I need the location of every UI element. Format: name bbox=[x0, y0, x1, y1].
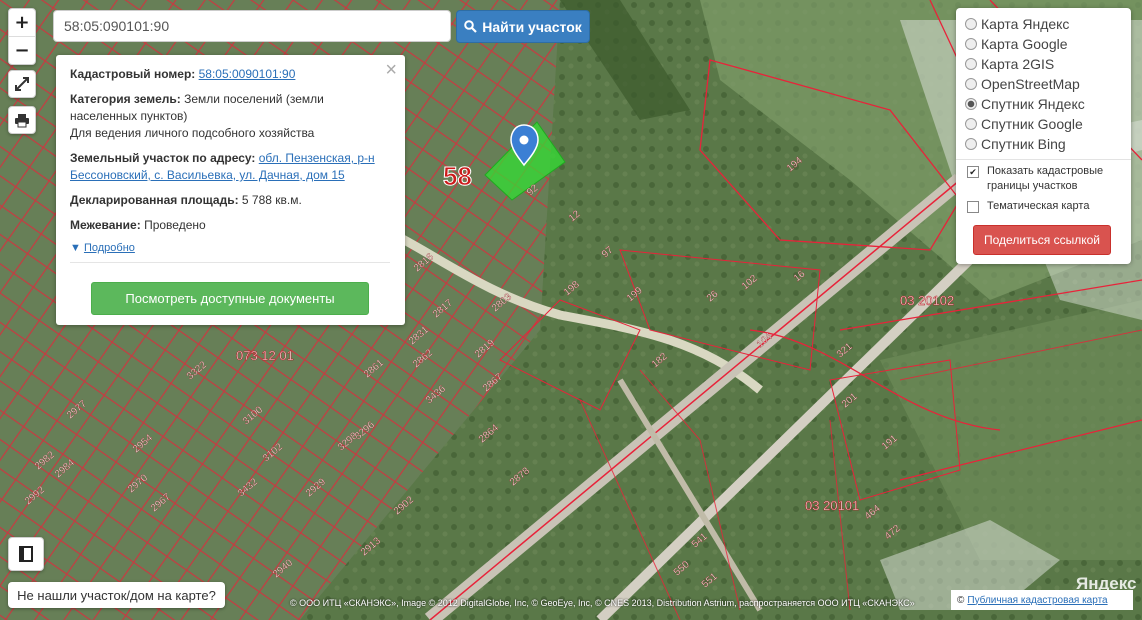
layer-option[interactable]: Карта Google bbox=[965, 36, 1068, 52]
search-input[interactable] bbox=[53, 10, 451, 42]
area-value: 5 788 кв.м. bbox=[241, 193, 302, 207]
area-label: Декларированная площадь: bbox=[70, 193, 239, 207]
details-link[interactable]: Подробно bbox=[84, 242, 135, 254]
address-label: Земельный участок по адресу: bbox=[70, 151, 256, 165]
copyright-icon: © bbox=[957, 594, 965, 606]
cadnum-row: Кадастровый номер: 58:05:0090101:90 bbox=[70, 66, 390, 83]
popup-divider bbox=[70, 262, 390, 263]
layer-option-label: Спутник Google bbox=[981, 116, 1083, 132]
quarter-label: 03 20102 bbox=[900, 293, 954, 308]
parcel-info-popup: × Кадастровый номер: 58:05:0090101:90 Ка… bbox=[56, 55, 405, 325]
radio-icon bbox=[965, 38, 977, 50]
survey-value: Проведено bbox=[144, 218, 206, 232]
radio-icon bbox=[965, 78, 977, 90]
legend-button[interactable] bbox=[8, 537, 44, 571]
layer-option-label: OpenStreetMap bbox=[981, 76, 1080, 92]
layer-option[interactable]: Спутник Bing bbox=[965, 136, 1066, 152]
map-credits: © ООО ИТЦ «СКАНЭКС», Image © 2012 Digita… bbox=[290, 598, 915, 608]
thematic-option[interactable]: Тематическая карта bbox=[967, 199, 1089, 214]
share-link-button[interactable]: Поделиться ссылкой bbox=[973, 225, 1111, 255]
show-borders-label: Показать кадастровые границы участков bbox=[987, 165, 1104, 192]
survey-label: Межевание: bbox=[70, 218, 141, 232]
details-toggle[interactable]: ▼ Подробно bbox=[70, 242, 135, 254]
layer-option[interactable]: Карта Яндекс bbox=[965, 16, 1069, 32]
layer-option-label: Карта Яндекс bbox=[981, 16, 1070, 32]
cadnum-label: Кадастровый номер: bbox=[70, 67, 196, 81]
find-parcel-label: Найти участок bbox=[482, 18, 582, 35]
cadnum-link[interactable]: 58:05:0090101:90 bbox=[199, 67, 296, 81]
layer-option[interactable]: Спутник Google bbox=[965, 116, 1083, 132]
zoom-in-button[interactable]: + bbox=[9, 9, 35, 36]
layer-option-label: Спутник Яндекс bbox=[981, 96, 1085, 112]
category-label: Категория земель: bbox=[70, 92, 181, 106]
caret-down-icon: ▼ bbox=[70, 242, 81, 254]
survey-row: Межевание: Проведено bbox=[70, 217, 390, 234]
radio-icon bbox=[965, 118, 977, 130]
printer-icon bbox=[15, 113, 29, 127]
zoom-control: + − bbox=[8, 8, 36, 65]
layer-option-label: Карта Google bbox=[981, 36, 1068, 52]
show-borders-option[interactable]: ✔ Показать кадастровые границы участков bbox=[967, 164, 1122, 194]
area-row: Декларированная площадь: 5 788 кв.м. bbox=[70, 192, 390, 209]
layer-switcher: Карта Яндекс Карта Google Карта 2GIS Ope… bbox=[956, 8, 1131, 264]
book-icon bbox=[19, 546, 33, 562]
layer-option[interactable]: OpenStreetMap bbox=[965, 76, 1080, 92]
layer-option[interactable]: Спутник Яндекс bbox=[965, 96, 1085, 112]
radio-icon bbox=[965, 18, 977, 30]
layer-option-label: Спутник Bing bbox=[981, 136, 1066, 152]
not-found-button[interactable]: Не нашли участок/дом на карте? bbox=[8, 582, 225, 608]
usage-value: Для ведения личного подсобного хозяйства bbox=[70, 126, 315, 140]
print-button[interactable] bbox=[8, 106, 36, 134]
category-row: Категория земель: Земли поселений (земли… bbox=[70, 91, 390, 142]
find-parcel-button[interactable]: Найти участок bbox=[456, 10, 590, 43]
pkk-link[interactable]: © Публичная кадастровая карта bbox=[951, 590, 1133, 610]
address-row: Земельный участок по адресу: обл. Пензен… bbox=[70, 150, 390, 184]
quarter-label: 03 20101 bbox=[805, 498, 859, 513]
pkk-link-label[interactable]: Публичная кадастровая карта bbox=[967, 595, 1107, 606]
layer-divider bbox=[956, 159, 1131, 160]
expand-icon bbox=[15, 77, 29, 91]
radio-icon bbox=[965, 138, 977, 150]
radio-icon bbox=[965, 58, 977, 70]
layer-option-label: Карта 2GIS bbox=[981, 56, 1055, 72]
zoom-out-button[interactable]: − bbox=[9, 36, 35, 64]
checkbox-checked-icon[interactable]: ✔ bbox=[967, 166, 979, 178]
thematic-label: Тематическая карта bbox=[987, 200, 1090, 212]
checkbox-icon[interactable] bbox=[967, 201, 979, 213]
region-label: 58 bbox=[443, 161, 472, 191]
layer-option[interactable]: Карта 2GIS bbox=[965, 56, 1054, 72]
quarter-label: 073 12 01 bbox=[236, 348, 294, 363]
view-documents-button[interactable]: Посмотреть доступные документы bbox=[91, 282, 369, 315]
radio-selected-icon bbox=[965, 98, 977, 110]
search-icon bbox=[464, 20, 477, 33]
fullscreen-button[interactable] bbox=[8, 70, 36, 98]
